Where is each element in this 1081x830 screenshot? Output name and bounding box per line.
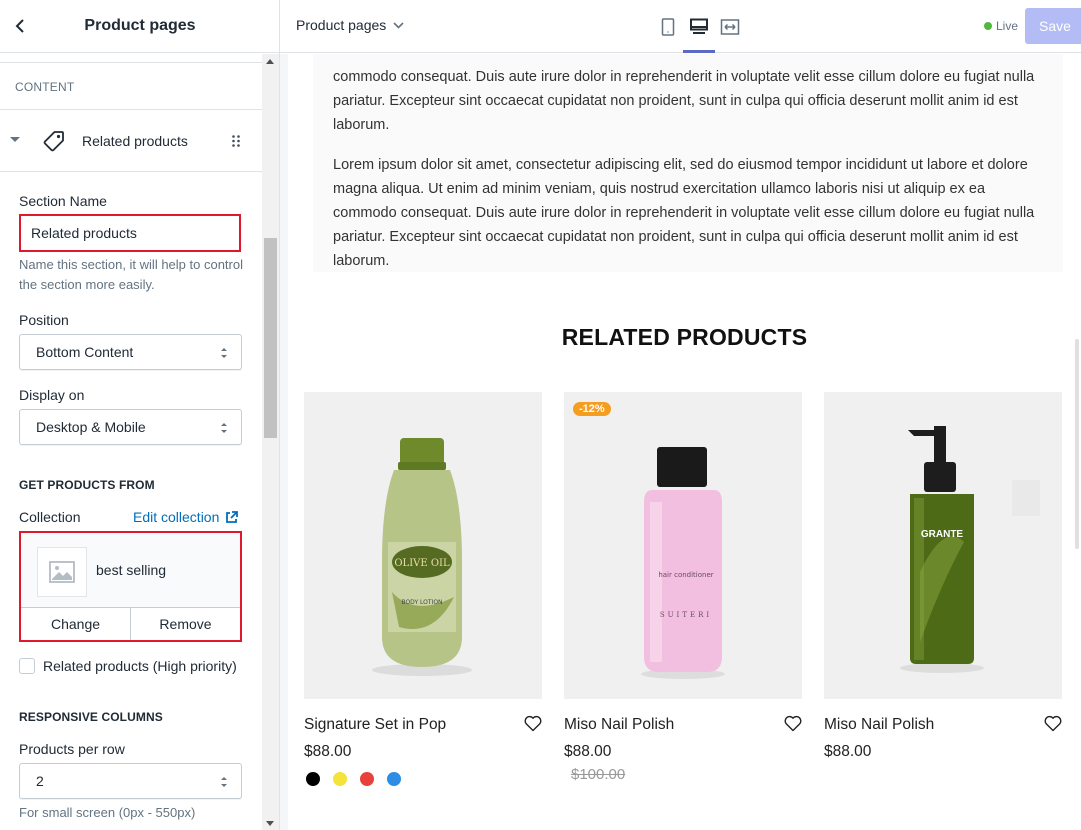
svg-text:BODY LOTION: BODY LOTION [401, 599, 442, 606]
description-paragraph-1: commodo consequat. Duis aute irure dolor… [333, 69, 1035, 133]
related-products-heading: RELATED PRODUCTS [561, 324, 808, 350]
preview-page: commodo consequat. Duis aute irure dolor… [288, 54, 1081, 830]
chevron-down-icon [393, 21, 404, 29]
select-arrows-icon [221, 777, 227, 787]
desktop-icon [690, 18, 708, 34]
collection-image-placeholder [37, 547, 87, 597]
color-swatch[interactable] [333, 772, 347, 786]
product-image[interactable]: OLIVE OIL BODY LOTION [304, 392, 542, 699]
position-value: Bottom Content [36, 344, 134, 360]
high-priority-checkbox[interactable] [19, 658, 35, 674]
panel-scrollbar[interactable] [262, 54, 279, 830]
heart-icon[interactable] [524, 715, 542, 732]
product-price: $88.00 [304, 743, 352, 760]
collection-actions: Change Remove [21, 607, 240, 640]
display-on-value: Desktop & Mobile [36, 419, 146, 435]
external-link-icon [226, 510, 239, 523]
display-on-select[interactable]: Desktop & Mobile [19, 409, 242, 445]
preview-scrollbar[interactable] [1075, 339, 1079, 549]
section-name-input[interactable] [19, 214, 241, 252]
edit-collection-text: Edit collection [133, 509, 220, 525]
panel-title: Product pages [84, 17, 196, 34]
scrollbar-thumb[interactable] [264, 238, 277, 438]
desktop-view-button[interactable] [686, 14, 712, 40]
product-price: $88.00 [824, 743, 872, 760]
position-label: Position [19, 312, 69, 328]
panel-header: Product pages [0, 0, 279, 53]
page-selector-dropdown[interactable]: Product pages [296, 17, 404, 33]
select-arrows-icon [221, 348, 227, 358]
collection-card: best selling Change Remove [19, 531, 242, 642]
color-swatches [306, 772, 414, 786]
editor-topbar: Product pages Live Save [280, 0, 1081, 53]
products-per-row-value: 2 [36, 773, 44, 789]
products-per-row-select[interactable]: 2 [19, 763, 242, 799]
heart-icon[interactable] [1044, 715, 1062, 732]
high-priority-option[interactable]: Related products (High priority) [19, 658, 237, 674]
fullwidth-icon [720, 19, 740, 35]
sale-badge: -12% [573, 402, 611, 416]
get-products-heading: GET PRODUCTS FROM [19, 478, 155, 492]
collection-label: Collection [19, 509, 81, 525]
product-compare-price: $100.00 [571, 766, 626, 783]
change-collection-button[interactable]: Change [21, 608, 130, 640]
product-name[interactable]: Miso Nail Polish [824, 716, 934, 734]
product-name[interactable]: Miso Nail Polish [564, 716, 674, 734]
live-dot-icon [984, 22, 992, 30]
heart-icon[interactable] [784, 715, 802, 732]
high-priority-label: Related products (High priority) [43, 658, 237, 674]
scroll-down-arrow-icon[interactable] [266, 821, 274, 826]
content-label: CONTENT [15, 80, 75, 94]
product-image[interactable]: GRANTE [824, 392, 1062, 699]
fullwidth-view-button[interactable] [717, 14, 743, 40]
settings-panel: Product pages CONTENT Related products S… [0, 0, 280, 830]
color-swatch[interactable] [306, 772, 320, 786]
chevron-left-icon [15, 19, 24, 33]
svg-text:GRANTE: GRANTE [921, 529, 964, 540]
settings-scroll-area: CONTENT Related products Section Name Na… [0, 54, 262, 830]
pump-bottle-image: GRANTE [824, 392, 1062, 699]
description-paragraph-2: Lorem ipsum dolor sit amet, consectetur … [333, 157, 1035, 269]
storefront-preview[interactable]: commodo consequat. Duis aute irure dolor… [280, 54, 1081, 830]
tag-icon [43, 131, 64, 152]
scroll-up-arrow-icon[interactable] [266, 59, 274, 64]
image-placeholder-icon [49, 561, 75, 583]
display-on-label: Display on [19, 387, 85, 403]
section-name-label: Section Name [19, 193, 107, 209]
svg-text:hair conditioner: hair conditioner [658, 571, 713, 579]
active-device-indicator [683, 50, 715, 53]
products-per-row-label: Products per row [19, 741, 125, 757]
drag-handle-icon[interactable] [231, 134, 241, 148]
remove-collection-button[interactable]: Remove [130, 608, 240, 640]
mobile-view-button[interactable] [655, 14, 681, 40]
product-image[interactable]: hair conditioner SUITERI -12% [564, 392, 802, 699]
back-button[interactable] [8, 14, 32, 38]
caret-down-icon[interactable] [10, 137, 20, 142]
content-group-header: CONTENT [0, 62, 262, 110]
color-swatch[interactable] [387, 772, 401, 786]
save-button[interactable]: Save [1025, 8, 1081, 44]
page-selector-label: Product pages [296, 17, 387, 33]
product-name[interactable]: Signature Set in Pop [304, 716, 446, 734]
color-swatch[interactable] [360, 772, 374, 786]
edit-collection-link[interactable]: Edit collection [133, 509, 239, 525]
product-description: commodo consequat. Duis aute irure dolor… [313, 54, 1063, 272]
products-per-row-help: For small screen (0px - 550px) [19, 805, 196, 820]
product-price: $88.00 [564, 743, 612, 760]
section-label: Related products [82, 133, 188, 149]
responsive-columns-heading: RESPONSIVE COLUMNS [19, 710, 163, 724]
lotion-bottle-image: OLIVE OIL BODY LOTION [304, 392, 542, 699]
select-arrows-icon [221, 423, 227, 433]
position-select[interactable]: Bottom Content [19, 334, 242, 370]
svg-text:OLIVE OIL: OLIVE OIL [394, 558, 450, 569]
mobile-icon [661, 18, 675, 36]
live-status: Live [984, 19, 1018, 33]
conditioner-bottle-image: hair conditioner SUITERI [564, 392, 802, 699]
live-label: Live [996, 19, 1019, 33]
svg-text:SUITERI: SUITERI [660, 611, 712, 619]
collection-name: best selling [96, 562, 167, 578]
section-item-related-products[interactable]: Related products [0, 110, 262, 172]
section-name-help: Name this section, it will help to contr… [19, 257, 243, 292]
